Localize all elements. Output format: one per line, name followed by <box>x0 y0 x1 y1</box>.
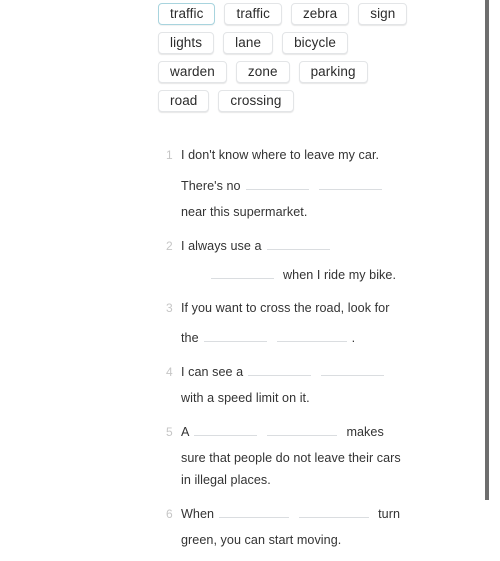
answer-blank[interactable] <box>276 327 347 342</box>
answer-blank[interactable] <box>219 503 290 518</box>
word-bank-row: traffic traffic zebra sign <box>158 3 468 25</box>
word-bank-row: lights lane bicycle <box>158 32 468 54</box>
answer-blank[interactable] <box>211 264 274 279</box>
word-chip-lane[interactable]: lane <box>223 32 274 54</box>
answer-blank[interactable] <box>203 327 267 342</box>
word-chip-lights[interactable]: lights <box>158 32 215 54</box>
question-text-before: the <box>181 331 199 345</box>
question-text-after: with a speed limit on it. <box>181 391 310 405</box>
word-chip-road[interactable]: road <box>158 90 210 112</box>
question-text-before: When <box>181 507 215 521</box>
exercise-page: traffic traffic zebra sign lights lane b… <box>0 0 500 547</box>
question-4: 4 I can see a with a speed limit on it. <box>166 361 466 409</box>
answer-blank[interactable] <box>299 503 370 518</box>
word-chip-traffic-1[interactable]: traffic <box>158 3 216 25</box>
question-6: 6 When turn green, you can start moving. <box>166 503 466 551</box>
answer-blank[interactable] <box>248 361 312 376</box>
word-chip-sign[interactable]: sign <box>358 3 408 25</box>
question-text: I don't know where to leave my car. <box>181 148 380 162</box>
answer-blank[interactable] <box>267 421 338 436</box>
answer-blank[interactable] <box>266 235 330 250</box>
question-text: I always use a <box>181 239 262 253</box>
word-chip-traffic-2[interactable]: traffic <box>224 3 282 25</box>
question-number: 4 <box>166 365 173 379</box>
word-chip-parking[interactable]: parking <box>298 61 368 83</box>
word-bank-row: warden zone parking <box>158 61 468 83</box>
question-text: sure that people do not leave their cars <box>181 451 401 465</box>
question-text-after: when I ride my bike. <box>283 268 396 282</box>
word-chip-crossing[interactable]: crossing <box>218 90 294 112</box>
question-text-after: . <box>351 331 356 345</box>
question-text-after: turn <box>378 507 401 521</box>
word-chip-zebra[interactable]: zebra <box>290 3 350 25</box>
word-chip-warden[interactable]: warden <box>158 61 227 83</box>
scrollbar-thumb[interactable] <box>485 0 489 500</box>
answer-blank[interactable] <box>318 175 382 190</box>
question-text-after: makes <box>346 425 384 439</box>
question-number: 2 <box>166 239 173 253</box>
question-text-after: near this supermarket. <box>181 205 308 219</box>
question-number: 3 <box>166 301 173 315</box>
answer-blank[interactable] <box>194 421 258 436</box>
question-1: 1 I don't know where to leave my car. Th… <box>166 145 466 223</box>
question-2: 2 I always use a when I ride my bike. <box>166 235 466 286</box>
answer-blank[interactable] <box>245 175 309 190</box>
word-chip-zone[interactable]: zone <box>235 61 290 83</box>
question-text-before: There's no <box>181 179 241 193</box>
word-bank: traffic traffic zebra sign lights lane b… <box>158 3 468 119</box>
question-text: green, you can start moving. <box>181 533 342 547</box>
question-text: If you want to cross the road, look for <box>181 301 390 315</box>
question-text-before: A <box>181 425 190 439</box>
question-text: I can see a <box>181 365 244 379</box>
question-5: 5 Amakes sure that people do not leave t… <box>166 421 466 491</box>
question-3: 3 If you want to cross the road, look fo… <box>166 298 466 349</box>
question-number: 1 <box>166 148 173 162</box>
questions-list: 1 I don't know where to leave my car. Th… <box>166 145 466 561</box>
question-text: in illegal places. <box>181 473 271 487</box>
word-bank-row: road crossing <box>158 90 468 112</box>
question-number: 5 <box>166 425 173 439</box>
question-number: 6 <box>166 507 173 521</box>
word-chip-bicycle[interactable]: bicycle <box>282 32 349 54</box>
answer-blank[interactable] <box>321 361 385 376</box>
